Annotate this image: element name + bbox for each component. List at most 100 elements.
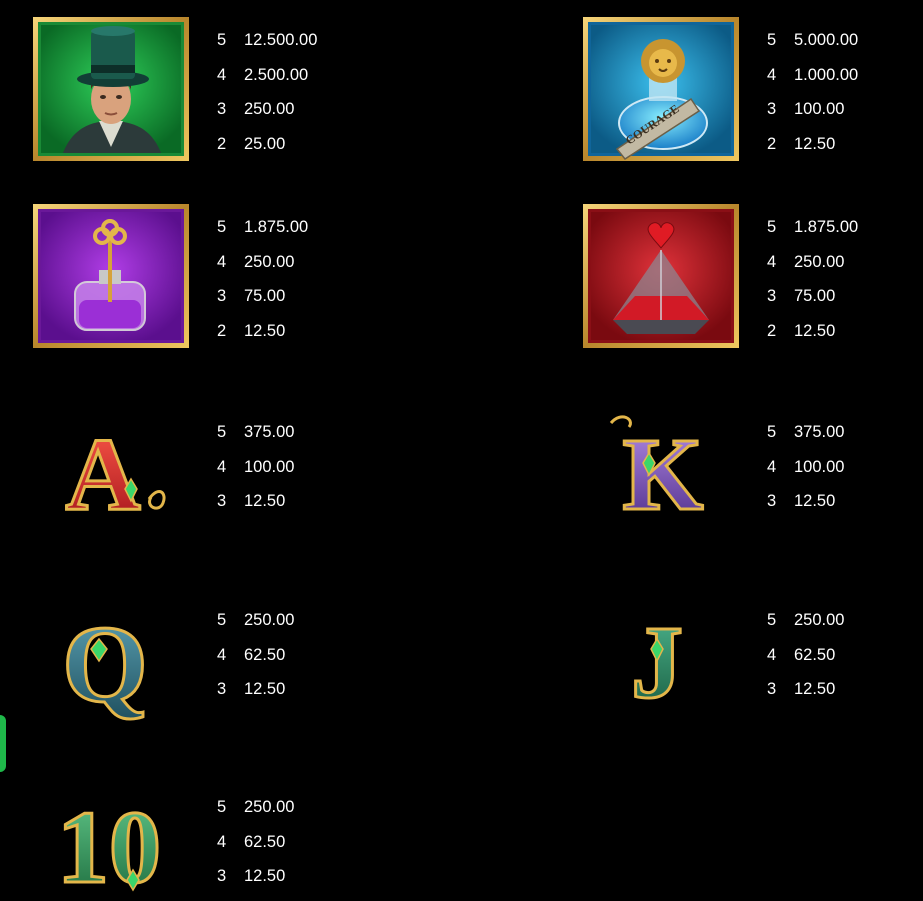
payout-row: 5 250.00 xyxy=(767,603,923,638)
payout-table: 5 375.00 4 100.00 3 12.50 xyxy=(767,415,923,519)
payout-row: 3 100.00 xyxy=(767,92,923,127)
payout-row: 3 250.00 xyxy=(217,92,417,127)
payout-count: 2 xyxy=(217,134,227,153)
payout-row: 5 5.000.00 xyxy=(767,23,923,58)
payout-count: 3 xyxy=(217,867,227,886)
payout-row: 3 12.50 xyxy=(217,672,417,707)
payout-count: 3 xyxy=(217,287,227,306)
payout-table: 5 1.875.00 4 250.00 3 75.00 2 12.50 xyxy=(217,210,417,348)
payout-count: 5 xyxy=(767,611,777,629)
payout-row: 4 100.00 xyxy=(217,450,417,485)
payout-count: 4 xyxy=(767,645,777,664)
payout-count: 2 xyxy=(767,321,777,340)
payout-count: 4 xyxy=(767,457,777,476)
symbol-entry-letter-q: Q 5 250.00 4 62.50 3 12.50 xyxy=(33,597,433,757)
payout-row: 2 12.50 xyxy=(217,314,417,349)
payout-row: 2 12.50 xyxy=(767,127,923,162)
symbol-entry-key-bottle: 5 1.875.00 4 250.00 3 75.00 2 12.50 xyxy=(33,204,433,364)
payout-table: 5 5.000.00 4 1.000.00 3 100.00 2 12.50 xyxy=(767,23,923,161)
payout-count: 4 xyxy=(767,252,777,271)
payout-count: 3 xyxy=(217,100,227,119)
payout-row: 4 250.00 xyxy=(217,245,417,280)
payout-row: 5 12.500.00 xyxy=(217,23,417,58)
payout-value: 250.00 xyxy=(244,100,295,119)
symbol-entry-letter-k: K 5 375.00 4 100.00 3 12.50 xyxy=(583,409,923,569)
symbol-entry-gentleman: 5 12.500.00 4 2.500.00 3 250.00 2 25.00 xyxy=(33,17,433,177)
payout-count: 5 xyxy=(217,798,227,816)
payout-value: 1.875.00 xyxy=(244,218,309,236)
payout-value: 25.00 xyxy=(244,134,286,153)
payout-count: 5 xyxy=(217,218,227,236)
payout-count: 5 xyxy=(767,423,777,441)
payout-count: 3 xyxy=(217,492,227,511)
letter-j-icon: J xyxy=(583,597,739,741)
payout-row: 3 75.00 xyxy=(217,279,417,314)
symbol-entry-lion-potion: COURAGE 5 5.000.00 4 1.000.00 3 100.00 2 12.… xyxy=(583,17,923,177)
letter-k-icon: K xyxy=(583,409,739,553)
payout-count: 5 xyxy=(767,218,777,236)
payout-value: 1.875.00 xyxy=(794,218,859,236)
payout-value: 62.50 xyxy=(244,645,286,664)
side-menu-tab[interactable] xyxy=(0,715,6,772)
payout-value: 12.500.00 xyxy=(244,31,318,49)
payout-table: 5 375.00 4 100.00 3 12.50 xyxy=(217,415,417,519)
payout-row: 5 1.875.00 xyxy=(217,210,417,245)
number-10-icon: 10 xyxy=(33,784,189,895)
payout-row: 4 62.50 xyxy=(767,638,923,673)
payout-value: 12.50 xyxy=(794,492,836,511)
paytable-page: 512.500.00 42.500.00 3250.00 225.00 xyxy=(0,0,923,901)
payout-table: 5 250.00 4 62.50 3 12.50 xyxy=(217,790,417,894)
payout-table: 5 12.500.00 4 2.500.00 3 250.00 2 25.00 xyxy=(217,23,417,161)
payout-count: 3 xyxy=(767,100,777,119)
payout-table: 5 250.00 4 62.50 3 12.50 xyxy=(767,603,923,707)
payout-row: 5 250.00 xyxy=(217,603,417,638)
payout-count: 5 xyxy=(217,423,227,441)
letter-k-glyph: K xyxy=(623,417,704,532)
payout-count: 4 xyxy=(217,457,227,476)
payout-row: 5 375.00 xyxy=(767,415,923,450)
payout-row: 3 12.50 xyxy=(217,484,417,519)
payout-table: 5 1.875.00 4 250.00 3 75.00 2 12.50 xyxy=(767,210,923,348)
payout-count: 2 xyxy=(217,321,227,340)
payout-table: 5 250.00 4 62.50 3 12.50 xyxy=(217,603,417,707)
payout-value: 250.00 xyxy=(244,611,295,629)
symbol-entry-letter-a: A 5 375.00 4 100.00 3 12.50 xyxy=(33,409,433,569)
letter-q-glyph: Q xyxy=(62,603,148,725)
payout-count: 2 xyxy=(767,134,777,153)
payout-row: 3 75.00 xyxy=(767,279,923,314)
payout-row: 4 100.00 xyxy=(767,450,923,485)
payout-value: 12.50 xyxy=(244,321,286,340)
payout-value: 12.50 xyxy=(244,492,286,511)
payout-value: 375.00 xyxy=(244,423,295,441)
symbol-entry-letter-j: J 5250.00 462.50 312.50 xyxy=(583,597,923,757)
payout-row: 4 62.50 xyxy=(217,638,417,673)
payout-value: 100.00 xyxy=(794,100,845,119)
payout-row: 3 12.50 xyxy=(767,672,923,707)
payout-value: 100.00 xyxy=(244,457,295,476)
payout-count: 4 xyxy=(217,252,227,271)
payout-count: 4 xyxy=(767,65,777,84)
payout-value: 12.50 xyxy=(244,867,286,886)
payout-row: 5 1.875.00 xyxy=(767,210,923,245)
payout-count: 5 xyxy=(217,611,227,629)
payout-row: 5 375.00 xyxy=(217,415,417,450)
payout-row: 2 25.00 xyxy=(217,127,417,162)
payout-count: 4 xyxy=(217,832,227,851)
letter-a-glyph: A xyxy=(65,417,140,532)
number-10-glyph: 10 xyxy=(57,790,161,894)
payout-row: 4 62.50 xyxy=(217,825,417,860)
payout-value: 250.00 xyxy=(244,252,295,271)
heart-pyramid-icon xyxy=(583,204,739,348)
payout-value: 62.50 xyxy=(794,645,836,664)
payout-row: 4 1.000.00 xyxy=(767,58,923,93)
payout-count: 4 xyxy=(217,645,227,664)
payout-count: 5 xyxy=(217,31,227,49)
payout-row: 4 2.500.00 xyxy=(217,58,417,93)
symbol-entry-number-10: 10 5 250.00 4 62.50 3 12.50 xyxy=(33,784,433,901)
payout-value: 12.50 xyxy=(794,134,836,153)
payout-count: 3 xyxy=(767,287,777,306)
payout-value: 100.00 xyxy=(794,457,845,476)
payout-row: 4 250.00 xyxy=(767,245,923,280)
payout-value: 250.00 xyxy=(794,252,845,271)
payout-value: 1.000.00 xyxy=(794,65,859,84)
